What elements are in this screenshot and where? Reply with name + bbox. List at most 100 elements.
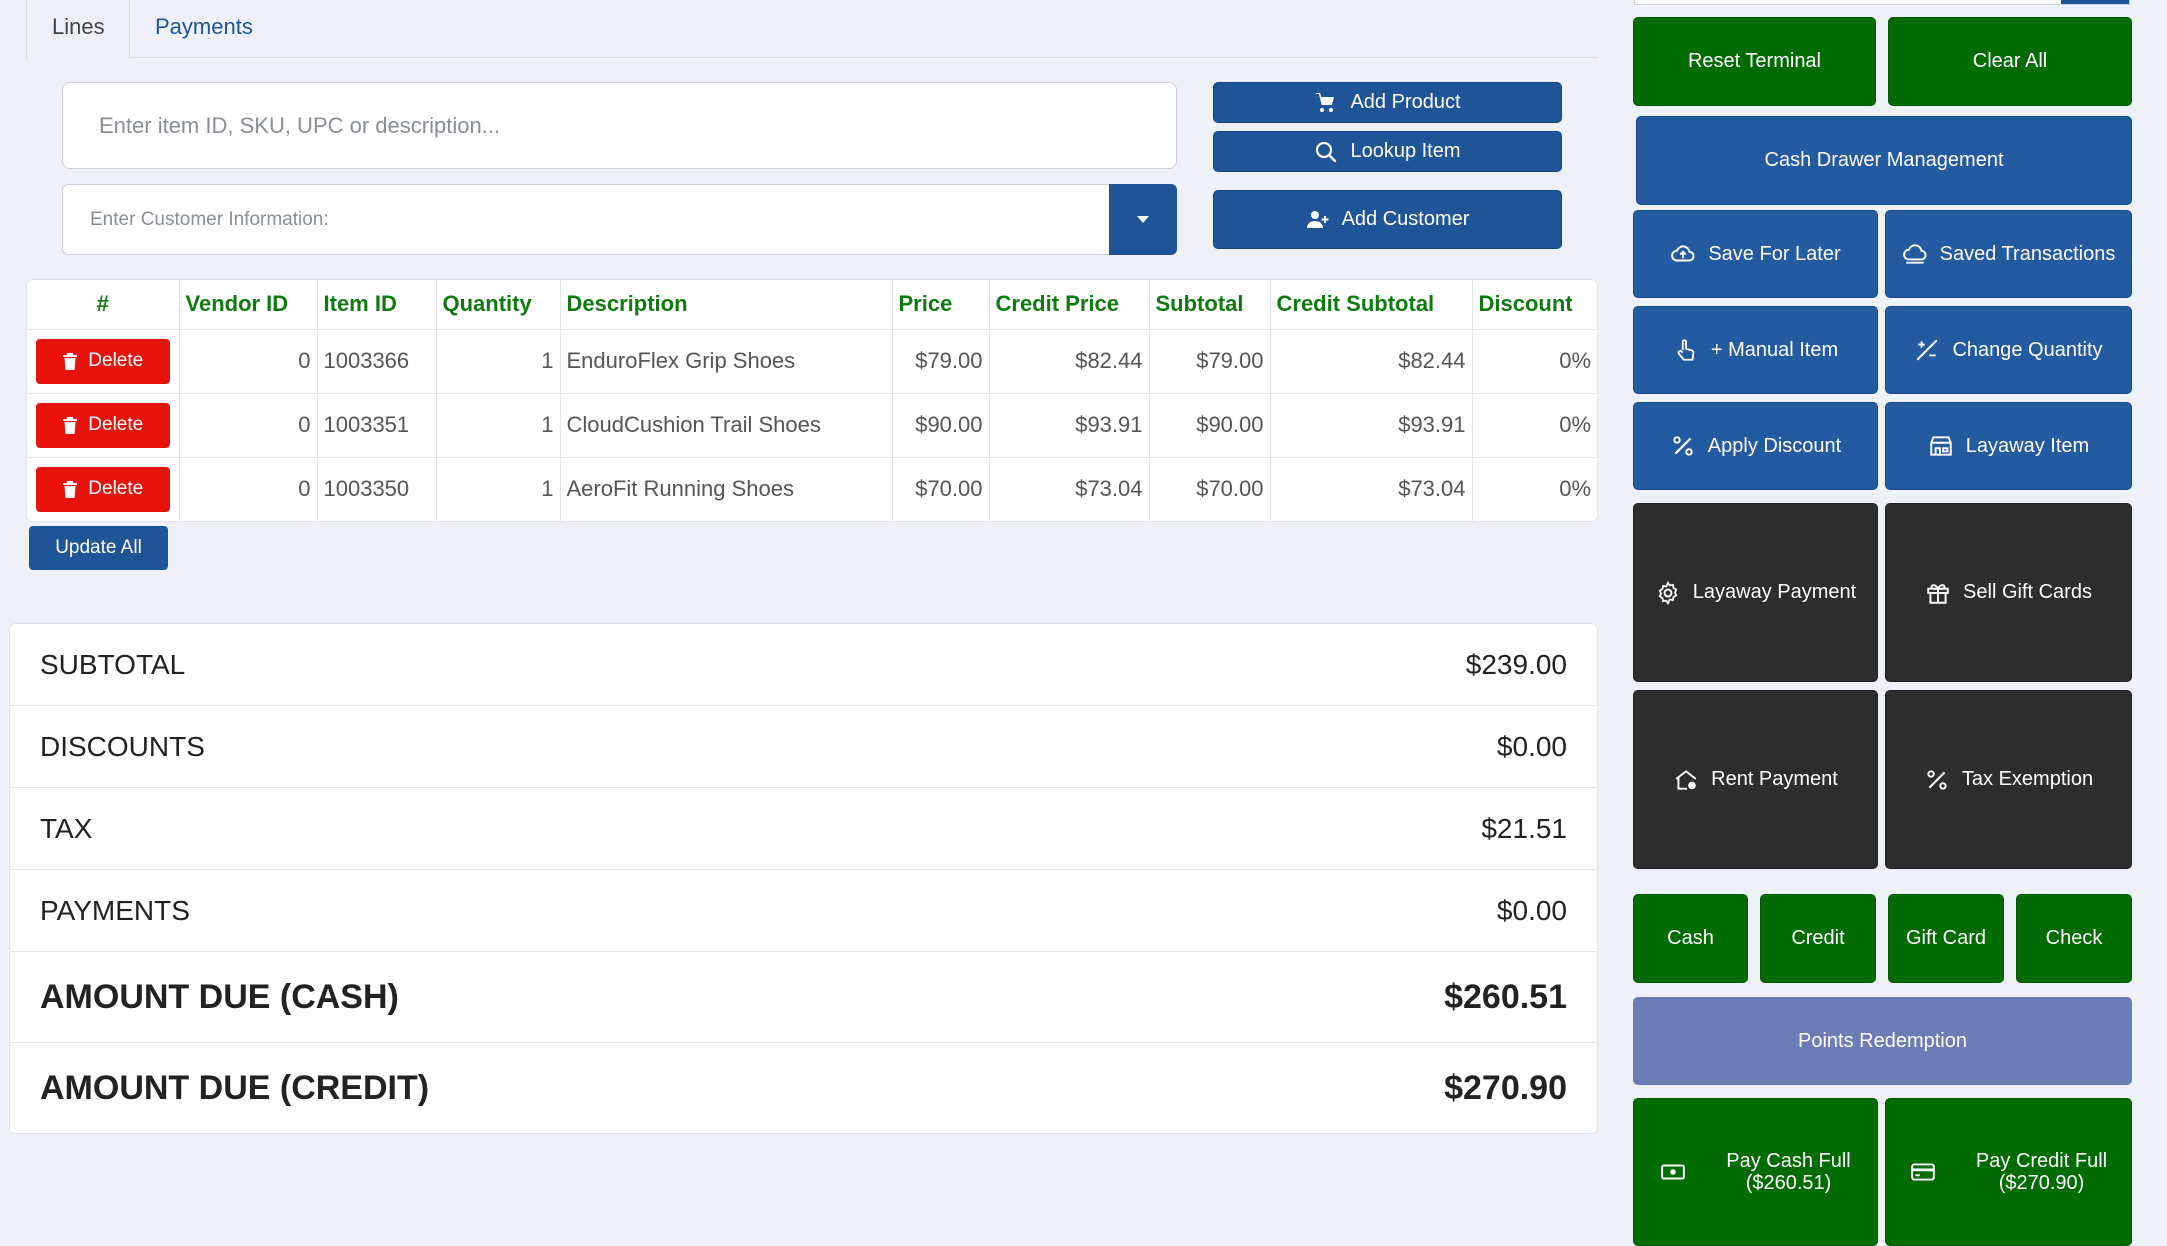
reset-terminal-button[interactable]: Reset Terminal xyxy=(1633,17,1876,106)
points-redemption-label: Points Redemption xyxy=(1798,1029,1967,1052)
pay-credit-full-button[interactable]: Pay Credit Full ($270.90) xyxy=(1885,1098,2132,1246)
credit-label: Credit xyxy=(1791,927,1845,949)
pay-cash-full-button[interactable]: Pay Cash Full ($260.51) xyxy=(1633,1098,1878,1246)
gift-card-button[interactable]: Gift Card xyxy=(1888,894,2004,983)
rent-payment-label: Rent Payment xyxy=(1711,768,1838,790)
cell-item-id: 1003351 xyxy=(317,393,437,458)
gift-icon xyxy=(1927,583,1949,604)
manual-item-button[interactable]: + Manual Item xyxy=(1633,306,1878,394)
total-row-subtotal: SUBTOTAL $239.00 xyxy=(10,624,1597,706)
total-label: AMOUNT DUE (CASH) xyxy=(40,977,399,1016)
sell-gift-cards-label: Sell Gift Cards xyxy=(1963,581,2092,603)
cell-item-id: 1003350 xyxy=(317,457,437,521)
total-value: $270.90 xyxy=(1444,1068,1567,1107)
delete-button[interactable]: Delete xyxy=(35,402,170,448)
total-value: $0.00 xyxy=(1496,730,1567,762)
col-header-credit-subtotal: Credit Subtotal xyxy=(1270,280,1473,330)
cell-price: $79.00 xyxy=(892,329,990,394)
cell-credit-subtotal: $93.91 xyxy=(1270,393,1473,458)
house-dollar-icon xyxy=(1675,769,1697,790)
layaway-payment-label: Layaway Payment xyxy=(1692,581,1857,603)
check-button[interactable]: Check xyxy=(2016,894,2132,983)
col-header-subtotal: Subtotal xyxy=(1149,280,1271,330)
trash-icon xyxy=(63,353,78,370)
chevron-down-icon[interactable] xyxy=(1109,184,1177,255)
lookup-item-button[interactable]: Lookup Item xyxy=(1213,131,1562,172)
cell-quantity[interactable]: 1 xyxy=(436,393,561,458)
search-icon xyxy=(1316,141,1337,162)
cell-price: $90.00 xyxy=(892,393,990,458)
cloud-upload-icon xyxy=(1671,245,1695,262)
customer-select xyxy=(62,184,1177,255)
layaway-item-label: Layaway Item xyxy=(1965,434,2090,457)
cell-subtotal: $70.00 xyxy=(1149,457,1271,521)
pay-credit-full-label: Pay Credit Full xyxy=(1975,1150,2108,1172)
total-value: $260.51 xyxy=(1444,977,1567,1016)
delete-label: Delete xyxy=(88,350,144,371)
manual-item-label: + Manual Item xyxy=(1710,338,1839,361)
clear-all-button[interactable]: Clear All xyxy=(1888,17,2132,106)
total-row-discounts: DISCOUNTS $0.00 xyxy=(10,706,1597,788)
save-for-later-button[interactable]: Save For Later xyxy=(1633,210,1878,298)
total-row-amount-due-credit: AMOUNT DUE (CREDIT) $270.90 xyxy=(10,1043,1597,1133)
trash-icon xyxy=(63,417,78,434)
sell-gift-cards-button[interactable]: Sell Gift Cards xyxy=(1885,503,2132,682)
cash-drawer-management-button[interactable]: Cash Drawer Management xyxy=(1636,116,2132,205)
add-customer-label: Add Customer xyxy=(1341,208,1470,230)
tax-exemption-label: Tax Exemption xyxy=(1961,768,2094,790)
plus-minus-icon xyxy=(1916,339,1938,361)
cell-discount: 0% xyxy=(1472,329,1597,394)
tab-lines[interactable]: Lines xyxy=(26,0,130,59)
cell-quantity[interactable]: 1 xyxy=(436,457,561,521)
save-for-later-label: Save For Later xyxy=(1708,242,1841,265)
check-label: Check xyxy=(2045,927,2103,949)
delete-button[interactable]: Delete xyxy=(35,466,170,512)
total-label: DISCOUNTS xyxy=(40,730,205,762)
customer-input[interactable] xyxy=(63,185,1109,254)
cell-item-id: 1003366 xyxy=(317,329,437,394)
total-row-payments: PAYMENTS $0.00 xyxy=(10,870,1597,952)
percent-icon xyxy=(1673,436,1693,456)
store-icon xyxy=(1930,436,1952,456)
cell-vendor-id: 0 xyxy=(179,329,318,394)
update-all-button[interactable]: Update All xyxy=(29,526,168,570)
cell-description: EnduroFlex Grip Shoes xyxy=(560,329,893,394)
cloud-icon xyxy=(1902,244,1927,264)
tax-exemption-button[interactable]: Tax Exemption xyxy=(1885,690,2132,869)
pay-cash-full-amount: ($260.51) xyxy=(1745,1172,1832,1194)
saved-transactions-button[interactable]: Saved Transactions xyxy=(1885,210,2132,298)
col-header-vendor-id: Vendor ID xyxy=(179,280,318,330)
delete-button[interactable]: Delete xyxy=(35,338,170,384)
item-search-input[interactable] xyxy=(62,82,1177,169)
add-product-label: Add Product xyxy=(1350,91,1461,113)
cell-vendor-id: 0 xyxy=(179,457,318,521)
delete-label: Delete xyxy=(88,414,144,435)
cell-quantity[interactable]: 1 xyxy=(436,329,561,394)
tab-payments[interactable]: Payments xyxy=(130,0,278,58)
layaway-payment-button[interactable]: Layaway Payment xyxy=(1633,503,1878,682)
money-bill-icon xyxy=(1661,1164,1686,1180)
layaway-item-button[interactable]: Layaway Item xyxy=(1885,402,2132,490)
terminal-select[interactable] xyxy=(1634,0,2130,5)
points-redemption-button[interactable]: Points Redemption xyxy=(1633,997,2132,1085)
gear-icon xyxy=(1658,580,1678,605)
rent-payment-button[interactable]: Rent Payment xyxy=(1633,690,1878,869)
apply-discount-button[interactable]: Apply Discount xyxy=(1633,402,1878,490)
clear-all-label: Clear All xyxy=(1972,50,2048,72)
pay-cash-full-label: Pay Cash Full xyxy=(1726,1150,1851,1172)
cell-subtotal: $90.00 xyxy=(1149,393,1271,458)
col-header-index: # xyxy=(27,280,180,330)
col-header-discount: Discount xyxy=(1472,280,1597,330)
hand-pointer-icon xyxy=(1677,339,1695,361)
credit-card-icon xyxy=(1911,1163,1935,1181)
add-customer-button[interactable]: Add Customer xyxy=(1213,190,1562,249)
credit-button[interactable]: Credit xyxy=(1760,894,1876,983)
saved-transactions-label: Saved Transactions xyxy=(1939,242,2116,265)
cell-credit-subtotal: $73.04 xyxy=(1270,457,1473,521)
cell-price: $70.00 xyxy=(892,457,990,521)
cash-button[interactable]: Cash xyxy=(1633,894,1748,983)
trash-icon xyxy=(63,481,78,499)
total-row-amount-due-cash: AMOUNT DUE (CASH) $260.51 xyxy=(10,952,1597,1043)
change-quantity-button[interactable]: Change Quantity xyxy=(1885,306,2132,394)
add-product-button[interactable]: Add Product xyxy=(1213,82,1562,123)
